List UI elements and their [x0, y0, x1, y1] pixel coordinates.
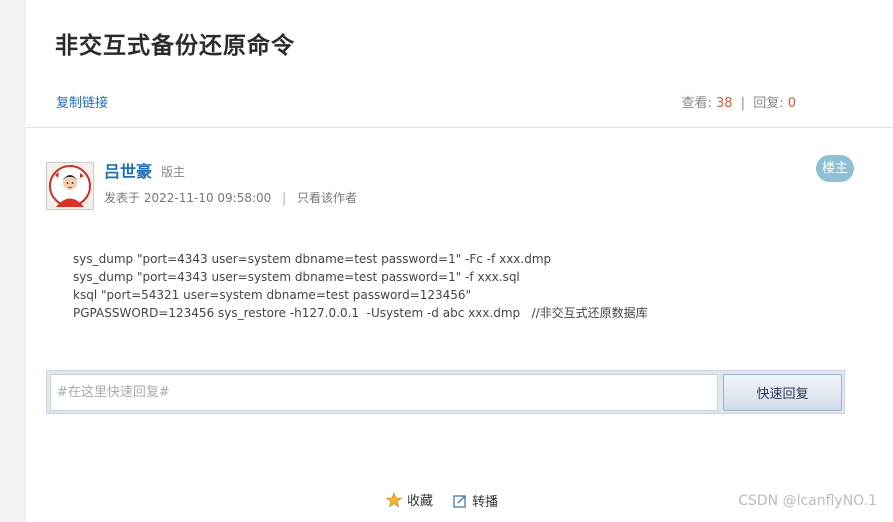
- star-icon: [386, 491, 402, 508]
- content-line: sys_dump "port=4343 user=system dbname=t…: [73, 270, 520, 284]
- watermark: CSDN @lcanflyNO.1: [738, 493, 877, 509]
- replies-label: 回复:: [753, 96, 784, 111]
- post-actions: 收藏 转播: [386, 490, 514, 512]
- posted-time: 2022-11-10 09:58:00: [143, 191, 272, 205]
- views-label: 查看:: [681, 96, 712, 111]
- views-count: 38: [715, 96, 733, 111]
- avatar[interactable]: [46, 162, 94, 210]
- posted-prefix: 发表于: [104, 191, 141, 205]
- replies-count: 0: [787, 96, 796, 111]
- header-divider: [26, 127, 893, 128]
- floor-badge: 楼主: [816, 155, 854, 182]
- content-line: PGPASSWORD=123456 sys_restore -h127.0.0.…: [73, 306, 648, 320]
- username[interactable]: 吕世豪: [104, 158, 152, 182]
- quick-reply-button[interactable]: 快速回复: [723, 374, 842, 411]
- avatar-portrait: [47, 163, 93, 209]
- favorite-label: 收藏: [407, 494, 434, 509]
- user-role: 版主: [161, 165, 186, 179]
- post-content: sys_dump "port=4343 user=system dbname=t…: [73, 250, 648, 322]
- share-button[interactable]: 转播: [453, 491, 498, 510]
- only-author-link[interactable]: 只看该作者: [297, 191, 357, 205]
- favorite-button[interactable]: 收藏: [386, 490, 433, 509]
- stats-separator: |: [740, 96, 746, 111]
- thread-title: 非交互式备份还原命令: [55, 33, 295, 59]
- content-line: sys_dump "port=4343 user=system dbname=t…: [73, 252, 552, 266]
- share-icon: [453, 494, 466, 508]
- thread-stats: 查看: 38 | 回复: 0: [681, 92, 796, 111]
- copy-link[interactable]: 复制链接: [56, 92, 108, 111]
- share-label: 转播: [472, 495, 499, 510]
- post-meta: 发表于 2022-11-10 09:58:00 | 只看该作者: [104, 189, 357, 206]
- content-line: ksql "port=54321 user=system dbname=test…: [73, 288, 472, 302]
- thread-panel: 非交互式备份还原命令 复制链接 查看: 38 | 回复: 0 吕世豪 版主 发表…: [26, 0, 893, 522]
- quick-reply-box: 快速回复: [46, 370, 845, 414]
- meta-separator: |: [282, 191, 287, 205]
- quick-reply-input[interactable]: [50, 374, 718, 411]
